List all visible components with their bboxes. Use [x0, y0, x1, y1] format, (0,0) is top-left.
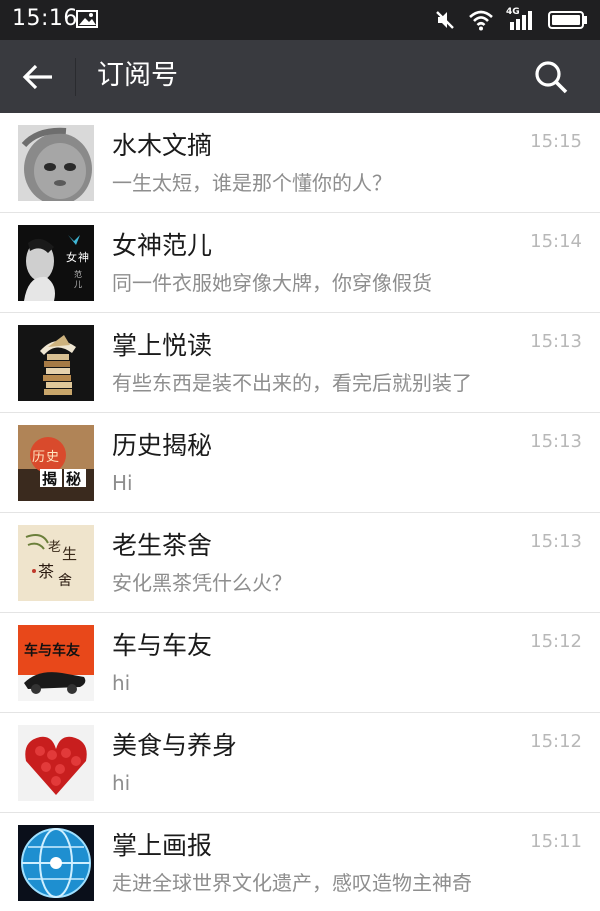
subscription-preview: 走进全球世界文化遗产，感叹造物主神奇	[112, 871, 472, 895]
subscription-name: 车与车友	[112, 631, 213, 660]
avatar-text: 舍	[58, 573, 72, 589]
photo-icon	[76, 10, 98, 28]
subscription-preview: 一生太短，谁是那个懂你的人？	[112, 171, 392, 195]
avatar-text: 范	[74, 269, 82, 279]
subscription-time: 15:13	[530, 331, 582, 352]
subscription-preview: hi	[112, 771, 131, 795]
subscription-item[interactable]: 掌上悦读 有些东西是装不出来的，看完后就别装了 15:13	[0, 313, 600, 413]
history-logo-image: 历 史 揭 秘	[18, 425, 94, 501]
avatar-text: 老	[48, 540, 61, 555]
avatar-text: 茶	[38, 562, 54, 581]
subscription-name: 美食与养身	[112, 731, 238, 760]
globe-image	[18, 825, 94, 901]
subscription-name: 老生茶舍	[112, 531, 213, 560]
back-arrow-icon	[22, 64, 52, 90]
subscription-preview: Hi	[112, 471, 133, 495]
signal-icon: 4G	[506, 7, 536, 31]
avatar	[18, 825, 94, 901]
subscription-time: 15:11	[530, 831, 582, 852]
subscription-time: 15:13	[530, 431, 582, 452]
avatar-text: 秘	[66, 470, 81, 488]
avatar-text: 女	[66, 250, 77, 264]
status-bar: 15:16 4G	[0, 0, 600, 40]
rose-cake-image	[18, 725, 94, 801]
car-logo-image: 车与车友	[18, 625, 94, 701]
search-icon	[535, 61, 568, 94]
avatar: 历 史 揭 秘	[18, 425, 94, 501]
title-bar: 订阅号	[0, 40, 600, 113]
wifi-icon	[469, 10, 493, 31]
avatar-text: 揭	[42, 470, 57, 488]
subscription-item[interactable]: 老 生 茶 舍 老生茶舍 安化黑茶凭什么火？ 15:13	[0, 513, 600, 613]
avatar: 老 生 茶 舍	[18, 525, 94, 601]
mute-icon	[436, 11, 454, 29]
title-divider	[75, 58, 76, 96]
avatar-text: 史	[46, 450, 59, 465]
subscription-preview: 有些东西是装不出来的，看完后就别装了	[112, 371, 472, 395]
avatar	[18, 125, 94, 201]
book-stack-image	[18, 325, 94, 401]
subscription-preview: hi	[112, 671, 131, 695]
subscription-item[interactable]: 美食与养身 hi 15:12	[0, 713, 600, 813]
subscription-list: 水木文摘 一生太短，谁是那个懂你的人？ 15:15 女 神 范 儿 女神范儿 同…	[0, 113, 600, 911]
avatar-text: 历	[32, 450, 45, 465]
subscription-name: 掌上悦读	[112, 331, 213, 360]
subscription-time: 15:13	[530, 531, 582, 552]
battery-icon	[548, 11, 587, 29]
subscription-item[interactable]: 女 神 范 儿 女神范儿 同一件衣服她穿像大牌，你穿像假货 15:14	[0, 213, 600, 313]
baby-face-image	[18, 125, 94, 201]
subscription-item[interactable]: 车与车友 车与车友 hi 15:12	[0, 613, 600, 713]
avatar-text: 神	[78, 250, 89, 264]
avatar	[18, 725, 94, 801]
subscription-name: 水木文摘	[112, 131, 213, 160]
avatar-text: 车与车友	[24, 642, 80, 659]
tea-calligraphy-image: 老 生 茶 舍	[18, 525, 94, 601]
avatar-text: 儿	[74, 280, 82, 289]
woman-portrait-image: 女 神 范 儿	[18, 225, 94, 301]
subscription-item[interactable]: 历 史 揭 秘 历史揭秘 Hi 15:13	[0, 413, 600, 513]
status-icons: 4G	[434, 7, 588, 32]
subscription-time: 15:12	[530, 631, 582, 652]
search-button[interactable]	[532, 58, 570, 96]
avatar: 车与车友	[18, 625, 94, 701]
subscription-time: 15:12	[530, 731, 582, 752]
page-title: 订阅号	[97, 60, 178, 91]
back-button[interactable]	[16, 59, 56, 95]
subscription-name: 掌上画报	[112, 831, 213, 860]
subscription-preview: 同一件衣服她穿像大牌，你穿像假货	[112, 271, 432, 295]
avatar-text: 生	[62, 545, 77, 563]
subscription-time: 15:14	[530, 231, 582, 252]
subscription-name: 女神范儿	[112, 231, 213, 260]
avatar: 女 神 范 儿	[18, 225, 94, 301]
subscription-preview: 安化黑茶凭什么火？	[112, 571, 292, 595]
avatar	[18, 325, 94, 401]
subscription-item[interactable]: 掌上画报 走进全球世界文化遗产，感叹造物主神奇 15:11	[0, 813, 600, 911]
subscription-name: 历史揭秘	[112, 431, 213, 460]
status-time: 15:16	[12, 6, 78, 31]
subscription-item[interactable]: 水木文摘 一生太短，谁是那个懂你的人？ 15:15	[0, 113, 600, 213]
subscription-time: 15:15	[530, 131, 582, 152]
